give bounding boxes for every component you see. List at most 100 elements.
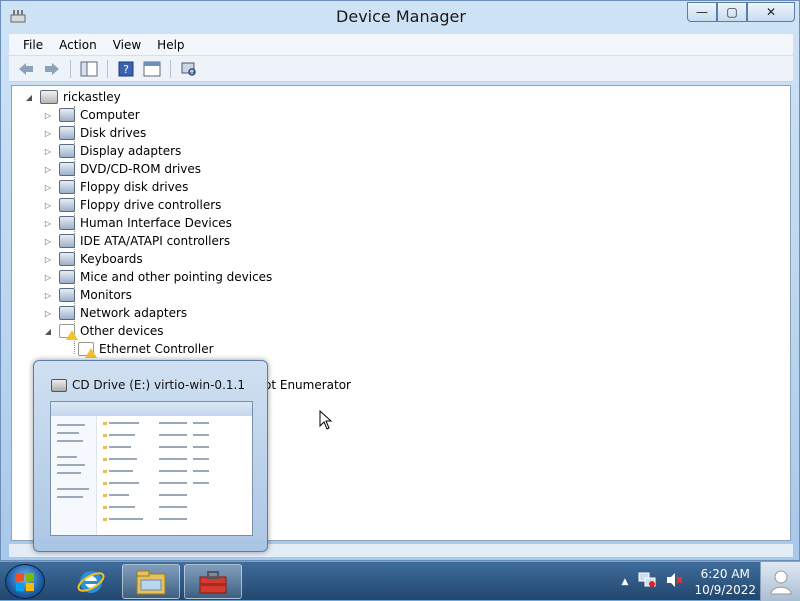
preview-folder-icon <box>103 434 107 437</box>
computer-icon <box>40 90 58 104</box>
menu-file[interactable]: File <box>15 38 51 52</box>
network-status-icon[interactable] <box>638 572 656 591</box>
tree-item-ethernet-controller[interactable]: Ethernet Controller <box>78 340 214 358</box>
tree-item-label: Floppy drive controllers <box>80 198 222 212</box>
close-button[interactable]: ✕ <box>747 2 795 22</box>
preview-folder-icon <box>103 422 107 425</box>
title-bar[interactable]: Device Manager — ▢ ✕ <box>1 1 800 33</box>
monitor-icon <box>59 288 75 302</box>
tree-item-keyboards[interactable]: ▷ Keyboards <box>43 250 143 268</box>
mouse-pointer-icon <box>319 409 333 433</box>
tree-item-ide-controllers[interactable]: ▷ IDE ATA/ATAPI controllers <box>43 232 230 250</box>
tree-item-label: ot Enumerator <box>264 378 351 392</box>
expand-icon[interactable]: ▷ <box>43 272 53 282</box>
tree-item-enumerator-partial[interactable]: ot Enumerator <box>264 376 351 394</box>
show-hidden-icons-icon[interactable]: ▲ <box>622 577 629 587</box>
tree-item-label: Mice and other pointing devices <box>80 270 273 284</box>
toolbar: ? <box>9 56 793 82</box>
volume-muted-icon[interactable] <box>666 572 684 591</box>
expand-icon[interactable]: ▷ <box>43 218 53 228</box>
dvd-drive-icon <box>59 162 75 176</box>
menu-bar: File Action View Help <box>9 34 793 55</box>
system-tray: ▲ 6:20 AM 10/9/2022 <box>622 562 756 601</box>
scan-hardware-icon[interactable] <box>178 59 200 79</box>
tree-item-other-devices[interactable]: ◢ Other devices <box>43 322 164 340</box>
clock[interactable]: 6:20 AM 10/9/2022 <box>694 566 756 598</box>
unknown-device-icon <box>59 324 78 340</box>
windows-logo-icon <box>16 572 34 591</box>
ide-controller-icon <box>59 234 75 248</box>
start-button[interactable] <box>5 564 45 599</box>
show-hide-console-tree-icon[interactable] <box>78 59 100 79</box>
preview-nav-line <box>57 488 89 490</box>
preview-file-line <box>109 422 139 424</box>
menu-action[interactable]: Action <box>51 38 105 52</box>
preview-file-line <box>109 470 133 472</box>
tree-item-monitors[interactable]: ▷ Monitors <box>43 286 132 304</box>
windows-explorer-icon <box>136 570 166 594</box>
forward-arrow-icon[interactable] <box>41 59 63 79</box>
tree-item-mice[interactable]: ▷ Mice and other pointing devices <box>43 268 272 286</box>
taskbar-toolbox[interactable] <box>184 564 242 599</box>
tree-item-disk-drives[interactable]: ▷ Disk drives <box>43 124 146 142</box>
expand-icon[interactable]: ▷ <box>43 164 53 174</box>
expand-icon[interactable]: ▷ <box>43 236 53 246</box>
mouse-icon <box>59 270 75 284</box>
expand-icon[interactable]: ▷ <box>43 110 53 120</box>
menu-help[interactable]: Help <box>149 38 192 52</box>
window-controls: — ▢ ✕ <box>687 2 795 22</box>
expand-icon[interactable]: ▷ <box>43 290 53 300</box>
expand-icon[interactable]: ▷ <box>43 182 53 192</box>
preview-file-line <box>109 494 129 496</box>
expand-icon[interactable]: ▷ <box>43 200 53 210</box>
collapse-icon[interactable]: ◢ <box>43 326 53 336</box>
tree-item-label: Keyboards <box>80 252 143 266</box>
preview-file-line <box>109 518 143 520</box>
tree-item-label: Floppy disk drives <box>80 180 189 194</box>
preview-date-line <box>159 506 187 508</box>
tree-item-dvd-cdrom[interactable]: ▷ DVD/CD-ROM drives <box>43 160 201 178</box>
tree-item-hid[interactable]: ▷ Human Interface Devices <box>43 214 232 232</box>
thumbnail-window-preview <box>50 401 253 536</box>
tree-item-label: Ethernet Controller <box>99 342 214 356</box>
preview-date-line <box>159 518 187 520</box>
network-adapter-icon <box>59 306 75 320</box>
expand-icon[interactable]: ▷ <box>43 254 53 264</box>
preview-date-line <box>159 494 187 496</box>
preview-date-line <box>159 482 187 484</box>
expand-icon[interactable]: ▷ <box>43 146 53 156</box>
preview-nav-line <box>57 464 85 466</box>
preview-type-line <box>193 470 209 472</box>
toolbar-separator <box>70 59 71 78</box>
menu-view[interactable]: View <box>105 38 149 52</box>
tree-item-floppy-disk-drives[interactable]: ▷ Floppy disk drives <box>43 178 188 196</box>
help-icon[interactable]: ? <box>115 59 137 79</box>
tree-item-floppy-controllers[interactable]: ▷ Floppy drive controllers <box>43 196 221 214</box>
tree-root[interactable]: ◢ rickastley <box>24 88 121 106</box>
preview-nav-line <box>57 424 85 426</box>
expand-icon[interactable]: ▷ <box>43 308 53 318</box>
user-account-button[interactable] <box>760 562 800 601</box>
collapse-icon[interactable]: ◢ <box>24 92 34 102</box>
maximize-button[interactable]: ▢ <box>717 2 747 22</box>
preview-file-line <box>109 482 139 484</box>
taskbar-thumbnail-preview[interactable]: CD Drive (E:) virtio-win-0.1.1 <box>33 360 268 552</box>
taskbar-windows-explorer[interactable] <box>122 564 180 599</box>
back-arrow-icon[interactable] <box>15 59 37 79</box>
minimize-button[interactable]: — <box>687 2 717 22</box>
preview-file-line <box>109 446 131 448</box>
preview-folder-icon <box>103 494 107 497</box>
properties-icon[interactable] <box>141 59 163 79</box>
preview-folder-icon <box>103 518 107 521</box>
preview-type-line <box>193 434 209 436</box>
tree-item-display-adapters[interactable]: ▷ Display adapters <box>43 142 181 160</box>
tree-item-network-adapters[interactable]: ▷ Network adapters <box>43 304 187 322</box>
keyboard-icon <box>59 252 75 266</box>
computer-icon <box>59 108 75 122</box>
tree-item-computer[interactable]: ▷ Computer <box>43 106 140 124</box>
tree-item-label: Network adapters <box>80 306 188 320</box>
taskbar-internet-explorer[interactable] <box>62 564 120 599</box>
tree-item-label: IDE ATA/ATAPI controllers <box>80 234 231 248</box>
expand-icon[interactable]: ▷ <box>43 128 53 138</box>
preview-address-bar <box>51 402 252 416</box>
